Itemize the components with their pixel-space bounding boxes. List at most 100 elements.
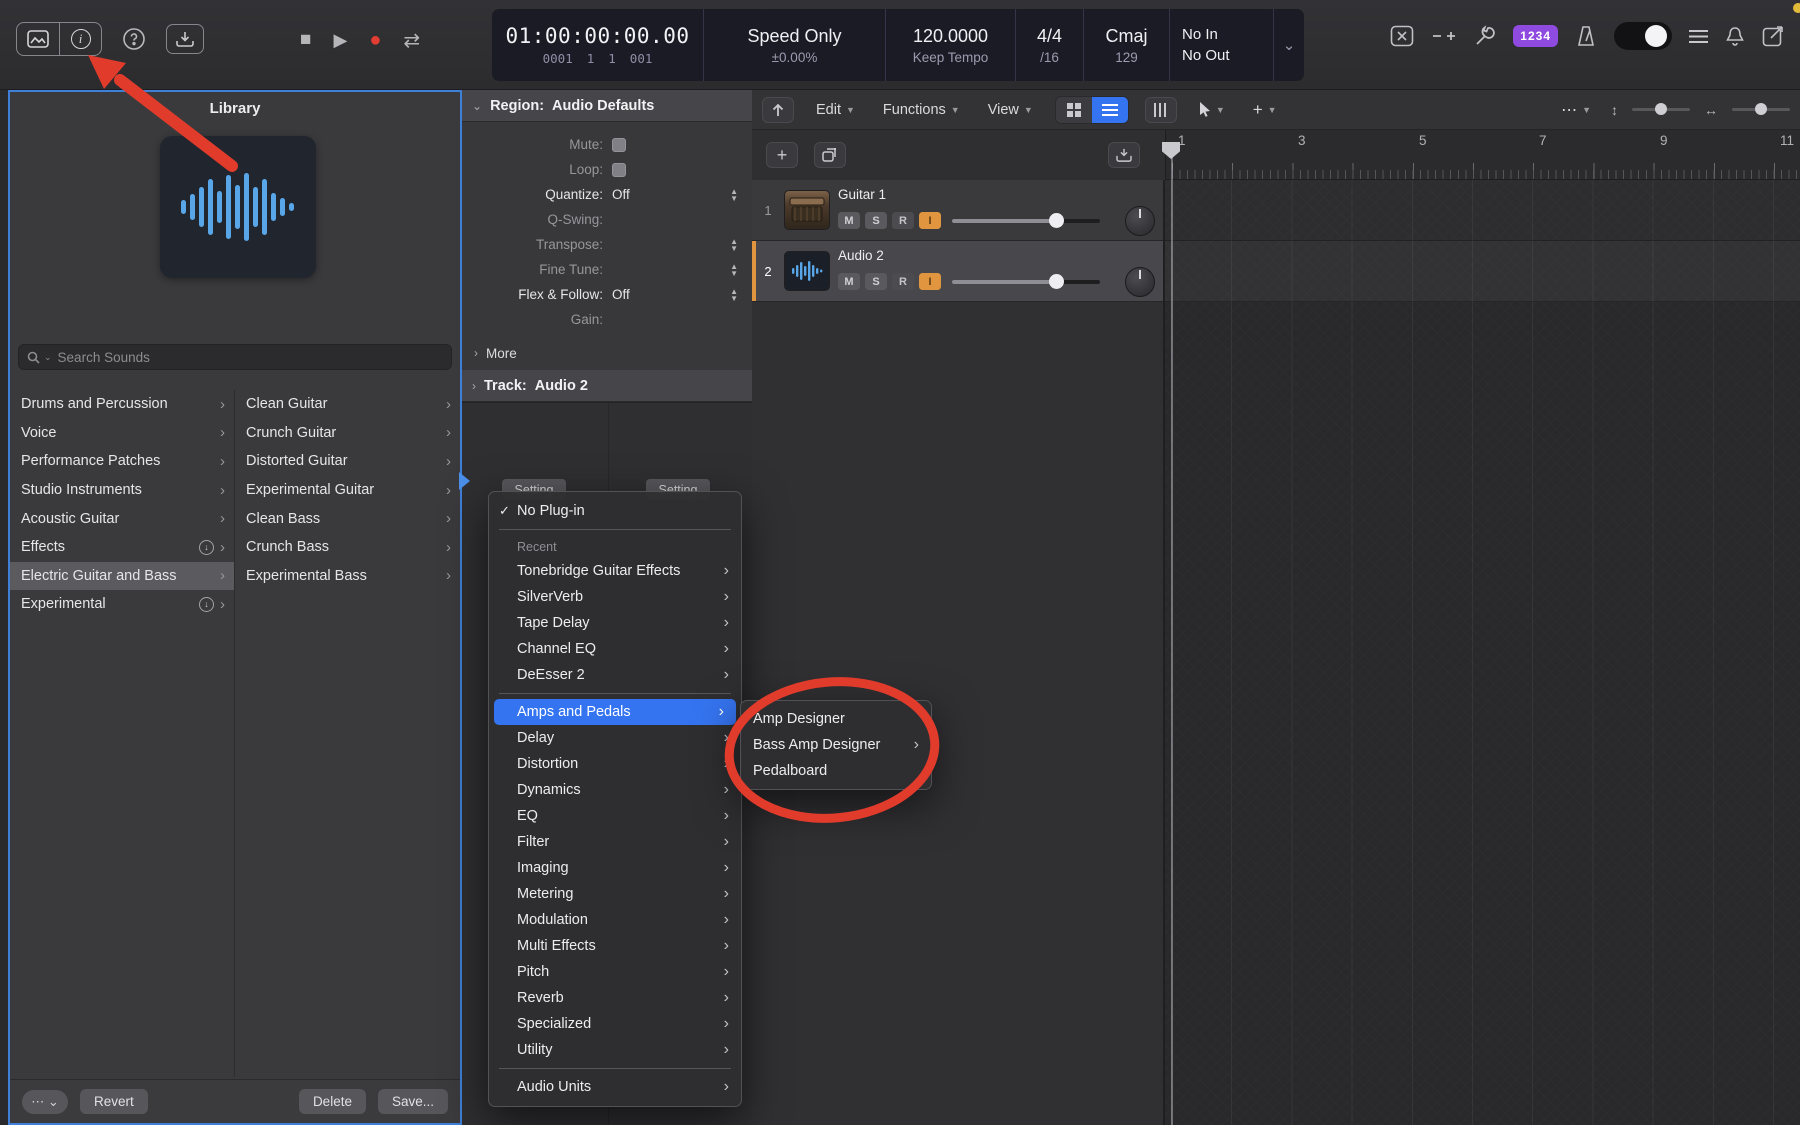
track-inspector-header[interactable]: › Track: Audio 2: [462, 370, 752, 402]
share-icon[interactable]: [1762, 25, 1786, 47]
stop-button[interactable]: ■: [300, 29, 311, 51]
menu-item-tape-delay[interactable]: Tape Delay ›: [489, 610, 741, 636]
lcd-io-section[interactable]: No In No Out: [1170, 9, 1274, 81]
arrange-canvas[interactable]: [1165, 180, 1800, 1125]
count-in-badge[interactable]: 1234: [1513, 25, 1558, 47]
revert-button[interactable]: Revert: [80, 1089, 148, 1114]
volume-slider[interactable]: [952, 213, 1100, 228]
menu-item-metering[interactable]: Metering ›: [489, 881, 741, 907]
submenu-item-amp-designer[interactable]: Amp Designer: [741, 706, 931, 732]
category-item[interactable]: Studio Instruments ›: [10, 476, 234, 505]
track-header-audio-2[interactable]: 2 Audio 2 M S R I: [752, 241, 1163, 302]
fine-tune-stepper[interactable]: ▲ ▼: [730, 262, 738, 277]
menu-item-deesser-2[interactable]: DeEsser 2 ›: [489, 662, 741, 688]
minus-plus-icon[interactable]: [1431, 27, 1457, 45]
inspector-toggle-button[interactable]: i: [59, 23, 101, 55]
menu-item-no-plugin[interactable]: ✓ No Plug-in: [489, 498, 741, 524]
catch-playhead-button[interactable]: [762, 96, 794, 123]
volume-slider[interactable]: [952, 274, 1100, 289]
menu-item-imaging[interactable]: Imaging ›: [489, 855, 741, 881]
category-item[interactable]: Acoustic Guitar ›: [10, 504, 234, 533]
menu-item-eq[interactable]: EQ ›: [489, 803, 741, 829]
subcategory-item[interactable]: Crunch Bass ›: [235, 533, 460, 562]
search-field[interactable]: ⌄: [18, 344, 452, 370]
volume-thumb[interactable]: [1048, 213, 1064, 228]
input-monitor-button[interactable]: I: [919, 212, 941, 229]
category-item[interactable]: Experimental ↓ ›: [10, 590, 234, 619]
input-monitor-button[interactable]: I: [919, 273, 941, 290]
record-enable-button[interactable]: R: [892, 212, 914, 229]
record-button[interactable]: ●: [369, 29, 381, 52]
help-button[interactable]: [118, 25, 150, 53]
menu-item-filter[interactable]: Filter ›: [489, 829, 741, 855]
mute-checkbox[interactable]: [612, 137, 626, 152]
add-track-button[interactable]: +: [766, 142, 798, 168]
lcd-key-section[interactable]: Cmaj 129: [1084, 9, 1170, 81]
menu-item-utility[interactable]: Utility ›: [489, 1037, 741, 1063]
menu-item-multi-effects[interactable]: Multi Effects ›: [489, 933, 741, 959]
volume-thumb[interactable]: [1048, 274, 1064, 289]
clear-box-icon[interactable]: [1390, 25, 1414, 47]
category-item[interactable]: Voice ›: [10, 419, 234, 448]
search-scope-chevron[interactable]: ⌄: [44, 352, 52, 363]
menu-item-silververb[interactable]: SilverVerb ›: [489, 584, 741, 610]
flex-follow-stepper[interactable]: ▲ ▼: [730, 287, 738, 302]
menu-item-tonebridge[interactable]: Tonebridge Guitar Effects ›: [489, 558, 741, 584]
category-item-selected[interactable]: Electric Guitar and Bass ›: [10, 561, 234, 591]
menu-item-specialized[interactable]: Specialized ›: [489, 1011, 741, 1037]
pan-knob[interactable]: [1125, 205, 1155, 236]
lcd-signature-section[interactable]: 4/4 /16: [1016, 9, 1084, 81]
cycle-button[interactable]: ⇄: [403, 28, 420, 53]
duplicate-track-button[interactable]: [814, 142, 846, 168]
lcd-varispeed-section[interactable]: Speed Only ±0.00%: [704, 9, 886, 81]
tuner-wrench-icon[interactable]: [1474, 25, 1496, 47]
record-enable-button[interactable]: R: [892, 273, 914, 290]
quantize-stepper[interactable]: ▲ ▼: [730, 187, 738, 202]
loop-checkbox[interactable]: [612, 162, 626, 177]
list-view-button[interactable]: [1091, 96, 1128, 123]
menu-item-reverb[interactable]: Reverb ›: [489, 985, 741, 1011]
solo-button[interactable]: S: [865, 273, 887, 290]
secondary-tool-button[interactable]: + ▼: [1247, 99, 1283, 121]
menu-item-channel-eq[interactable]: Channel EQ ›: [489, 636, 741, 662]
menu-item-modulation[interactable]: Modulation ›: [489, 907, 741, 933]
pointer-tool-button[interactable]: ▼: [1193, 101, 1231, 118]
track-header-guitar-1[interactable]: 1 Guitar 1 M S R I: [752, 180, 1163, 241]
bar-ruler[interactable]: 1 3 5 7 9 11: [1165, 130, 1800, 180]
category-item[interactable]: Drums and Percussion ›: [10, 390, 234, 419]
subcategory-item[interactable]: Clean Guitar ›: [235, 390, 460, 419]
track-header-config-button[interactable]: [1108, 142, 1140, 168]
vertical-zoom-slider[interactable]: [1632, 103, 1690, 115]
delete-button[interactable]: Delete: [298, 1089, 366, 1114]
track-name[interactable]: Audio 2: [838, 248, 1155, 263]
lcd-display[interactable]: 01:00:00:00.00 0001 1 1 001 Speed Only ±…: [492, 9, 1304, 81]
master-toggle[interactable]: [1614, 22, 1672, 50]
subcategory-item[interactable]: Crunch Guitar ›: [235, 419, 460, 448]
functions-menu-button[interactable]: Functions ▼: [877, 101, 966, 119]
solo-button[interactable]: S: [865, 212, 887, 229]
menu-item-pitch[interactable]: Pitch ›: [489, 959, 741, 985]
horizontal-zoom-slider[interactable]: [1732, 103, 1790, 115]
search-input[interactable]: [55, 348, 443, 366]
metronome-icon[interactable]: [1575, 25, 1597, 47]
transpose-stepper[interactable]: ▲ ▼: [730, 237, 738, 252]
more-options-button[interactable]: ⋯ ▼: [1555, 99, 1597, 121]
menu-item-dynamics[interactable]: Dynamics ›: [489, 777, 741, 803]
category-item[interactable]: Effects ↓ ›: [10, 533, 234, 562]
subcategory-item[interactable]: Experimental Guitar ›: [235, 476, 460, 505]
more-disclosure[interactable]: › More: [462, 340, 752, 366]
edit-menu-button[interactable]: Edit ▼: [810, 101, 861, 119]
category-item[interactable]: Performance Patches ›: [10, 447, 234, 476]
toolbar-customize-button[interactable]: [166, 24, 204, 54]
mute-button[interactable]: M: [838, 212, 860, 229]
subcategory-item[interactable]: Experimental Bass ›: [235, 562, 460, 591]
quantize-value[interactable]: Off: [612, 187, 630, 202]
region-inspector-header[interactable]: ⌄ Region: Audio Defaults: [462, 90, 752, 122]
flex-mode-button[interactable]: [1144, 96, 1177, 123]
subcategory-item[interactable]: Distorted Guitar ›: [235, 447, 460, 476]
menu-item-distortion[interactable]: Distortion ›: [489, 751, 741, 777]
view-menu-button[interactable]: View ▼: [982, 101, 1039, 119]
lcd-time-section[interactable]: 01:00:00:00.00 0001 1 1 001: [492, 9, 704, 81]
menu-item-delay[interactable]: Delay ›: [489, 725, 741, 751]
track-lane-guitar-1[interactable]: [1165, 180, 1800, 241]
